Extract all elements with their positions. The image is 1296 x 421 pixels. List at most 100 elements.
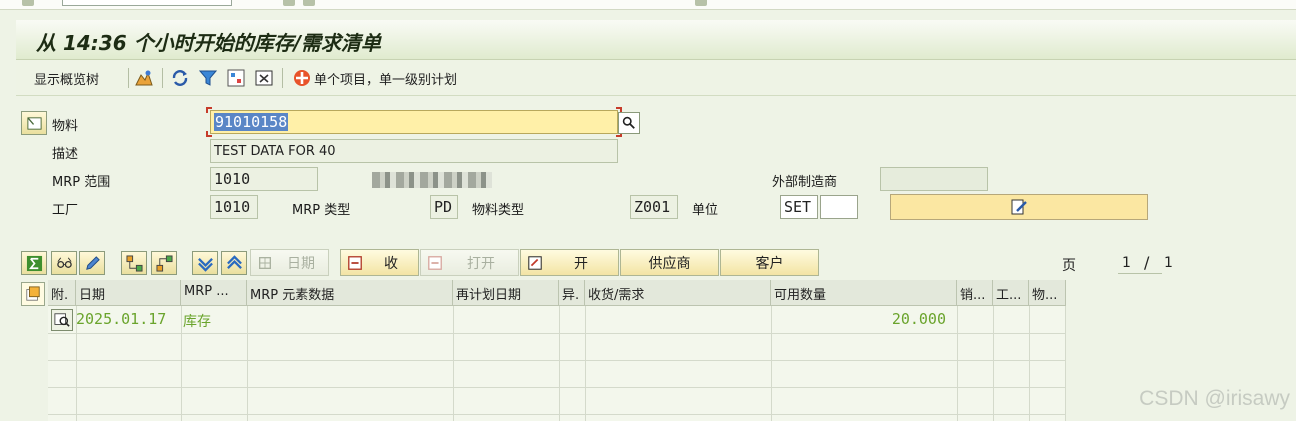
filter-icon[interactable] <box>198 68 218 88</box>
mrp-type-field: PD <box>430 195 458 219</box>
row-date: 2025.01.17 <box>76 310 167 328</box>
page-current: 1 <box>1122 255 1131 271</box>
material-field[interactable]: 91010158 <box>210 110 618 134</box>
export-icon[interactable] <box>254 68 274 88</box>
open2-button[interactable]: 开 <box>520 249 619 276</box>
mrp-area-field: 1010 <box>210 167 318 191</box>
plant-field: 1010 <box>210 195 258 219</box>
row-mrp-element: 库存 <box>183 314 211 330</box>
receipt-icon <box>346 254 364 272</box>
col-header-material[interactable]: 物... <box>1029 280 1066 306</box>
top-strip <box>0 0 1296 10</box>
open2-icon <box>526 254 544 272</box>
material-label: 物料 <box>52 119 79 134</box>
glasses-button[interactable] <box>51 251 77 275</box>
col-header-reschedule-date[interactable]: 再计划日期 <box>453 280 559 306</box>
title-bar: 从 14:36 个小时开始的库存/需求清单 <box>16 20 1296 60</box>
material-type-label: 物料类型 <box>472 203 525 218</box>
grid-line <box>585 306 586 421</box>
command-field[interactable] <box>62 0 232 6</box>
toolbar-separator <box>162 68 163 88</box>
pencil-button[interactable] <box>79 251 105 275</box>
single-item-icon[interactable] <box>292 68 312 88</box>
grid-line <box>181 306 182 421</box>
sort-desc-button[interactable] <box>192 251 218 275</box>
description-field: TEST DATA FOR 40 <box>210 139 618 163</box>
col-header-mrp-element-data[interactable]: MRP 元素数据 <box>247 280 453 306</box>
unit-field: SET <box>780 195 818 219</box>
receipt-button[interactable]: 收 <box>340 249 419 276</box>
table-settings-icon[interactable] <box>21 282 45 306</box>
enter-icon[interactable] <box>22 0 34 6</box>
grid-line <box>48 360 1066 361</box>
page-total: 1 <box>1164 255 1173 271</box>
col-header-attachment[interactable]: 附. <box>48 280 76 306</box>
date-button-label: 日期 <box>287 255 315 272</box>
refresh-icon[interactable] <box>170 68 190 88</box>
focus-corner <box>206 107 212 113</box>
col-header-available-qty[interactable]: 可用数量 <box>771 280 957 306</box>
show-overview-tree-button[interactable]: 显示概览树 <box>34 69 99 88</box>
material-value: 91010158 <box>214 113 289 131</box>
sum-button[interactable] <box>21 251 47 275</box>
col-header-exception[interactable]: 异. <box>559 280 585 306</box>
unit-extra-field[interactable] <box>820 195 858 219</box>
unit-label: 单位 <box>692 203 719 218</box>
col-header-date[interactable]: 日期 <box>76 280 181 306</box>
edit-icon <box>1011 199 1027 215</box>
edit-button[interactable] <box>890 194 1148 220</box>
plant-label: 工厂 <box>52 203 79 218</box>
help-icon[interactable] <box>695 0 707 6</box>
col-header-sales[interactable]: 销... <box>957 280 993 306</box>
focus-corner <box>206 131 212 137</box>
page-underline <box>1118 273 1162 274</box>
page-title: 从 14:36 个小时开始的库存/需求清单 <box>36 31 381 55</box>
back-icon[interactable] <box>303 0 315 6</box>
supplier-button[interactable]: 供应商 <box>620 249 719 276</box>
grid-line <box>48 333 1066 334</box>
grid-line <box>957 306 958 421</box>
col-header-mrp-element[interactable]: MRP ... <box>181 280 247 306</box>
open-icon <box>426 254 444 272</box>
save-icon[interactable] <box>283 0 295 6</box>
settings-icon[interactable] <box>226 68 246 88</box>
open-button[interactable]: 打开 <box>420 249 519 276</box>
customer-button[interactable]: 客户 <box>720 249 819 276</box>
supplier-button-label: 供应商 <box>648 255 691 272</box>
grid-line <box>559 306 560 421</box>
page-separator: / <box>1144 253 1150 272</box>
toolbar-separator <box>128 68 129 88</box>
col-header-receipt-requirement[interactable]: 收货/需求 <box>585 280 771 306</box>
toolbar-separator <box>282 68 283 88</box>
description-label: 描述 <box>52 147 79 162</box>
blurred-text <box>372 172 492 188</box>
mrp-type-label: MRP 类型 <box>292 203 351 218</box>
grid-line <box>1029 306 1030 421</box>
header-toggle-button[interactable] <box>21 111 47 135</box>
collapse-button[interactable] <box>151 251 177 275</box>
grid-line <box>247 306 248 421</box>
mrp-area-label: MRP 范围 <box>52 175 111 190</box>
grid-line <box>1065 306 1066 421</box>
col-header-plant[interactable]: 工... <box>993 280 1029 306</box>
material-type-field: Z001 <box>630 195 678 219</box>
application-toolbar: 显示概览树 单个项目，单一级别计划 <box>16 60 1296 96</box>
expand-button[interactable] <box>121 251 147 275</box>
grid-line <box>48 414 1066 415</box>
single-item-planning-button[interactable]: 单个项目，单一级别计划 <box>314 69 457 88</box>
date-button[interactable]: 日期 <box>250 249 329 276</box>
stock-requirements-table: 附. 日期 MRP ... MRP 元素数据 再计划日期 异. 收货/需求 可用… <box>48 280 1066 421</box>
page-label: 页 <box>1062 258 1076 274</box>
customer-button-label: 客户 <box>755 255 784 272</box>
open-button-label: 打开 <box>467 255 495 272</box>
grid-line <box>48 387 1066 388</box>
grid-line <box>993 306 994 421</box>
row-available-qty: 20.000 <box>891 310 946 328</box>
receipt-button-label: 收 <box>384 255 398 272</box>
overview-icon[interactable] <box>134 68 154 88</box>
search-help-icon[interactable] <box>618 112 640 134</box>
grid-line <box>453 306 454 421</box>
sort-asc-button[interactable] <box>221 251 247 275</box>
detail-view-icon[interactable] <box>51 309 73 331</box>
open2-button-label: 开 <box>574 255 588 272</box>
